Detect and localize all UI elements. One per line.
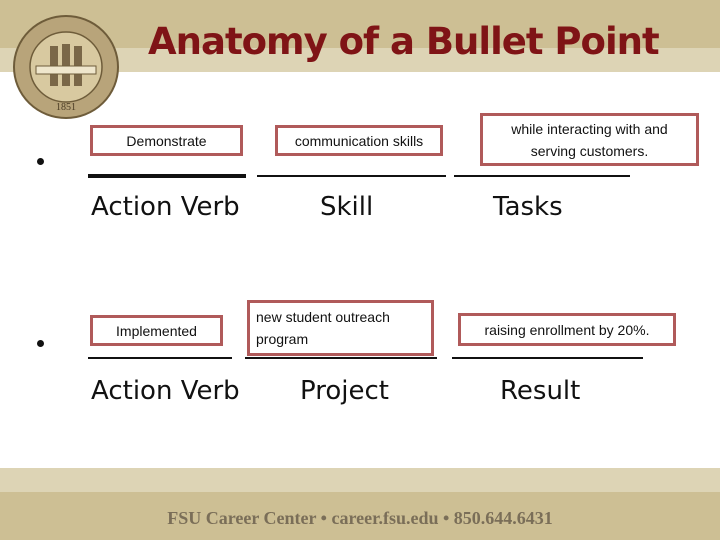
- footer-text: FSU Career Center • career.fsu.edu • 850…: [167, 508, 553, 528]
- label-skill: Skill: [320, 192, 374, 222]
- project-box: new student outreach program: [247, 300, 434, 356]
- label-result: Result: [500, 376, 581, 406]
- skill-box: communication skills: [275, 125, 443, 156]
- label-project: Project: [300, 376, 389, 406]
- page-title: Anatomy of a Bullet Point: [148, 20, 660, 63]
- label-action-verb: Action Verb: [91, 376, 240, 406]
- label-action-verb: Action Verb: [91, 192, 240, 222]
- footer-band-light: [0, 468, 720, 492]
- tasks-box: while interacting with and serving custo…: [480, 113, 699, 166]
- label-tasks: Tasks: [493, 192, 563, 222]
- bullet-dot: [37, 340, 44, 347]
- svg-text:1851: 1851: [56, 102, 76, 113]
- underline: [88, 174, 246, 178]
- result-box: raising enrollment by 20%.: [458, 313, 676, 346]
- underline: [454, 175, 630, 177]
- underline: [245, 357, 437, 359]
- underline: [88, 357, 232, 359]
- slide: 1851 Anatomy of a Bullet Point Demonstra…: [0, 0, 720, 540]
- action-verb-box: Implemented: [90, 315, 223, 346]
- action-verb-box: Demonstrate: [90, 125, 243, 156]
- underline: [257, 175, 446, 177]
- bullet-dot: [37, 158, 44, 165]
- underline: [452, 357, 643, 359]
- fsu-seal-logo: 1851: [12, 14, 120, 120]
